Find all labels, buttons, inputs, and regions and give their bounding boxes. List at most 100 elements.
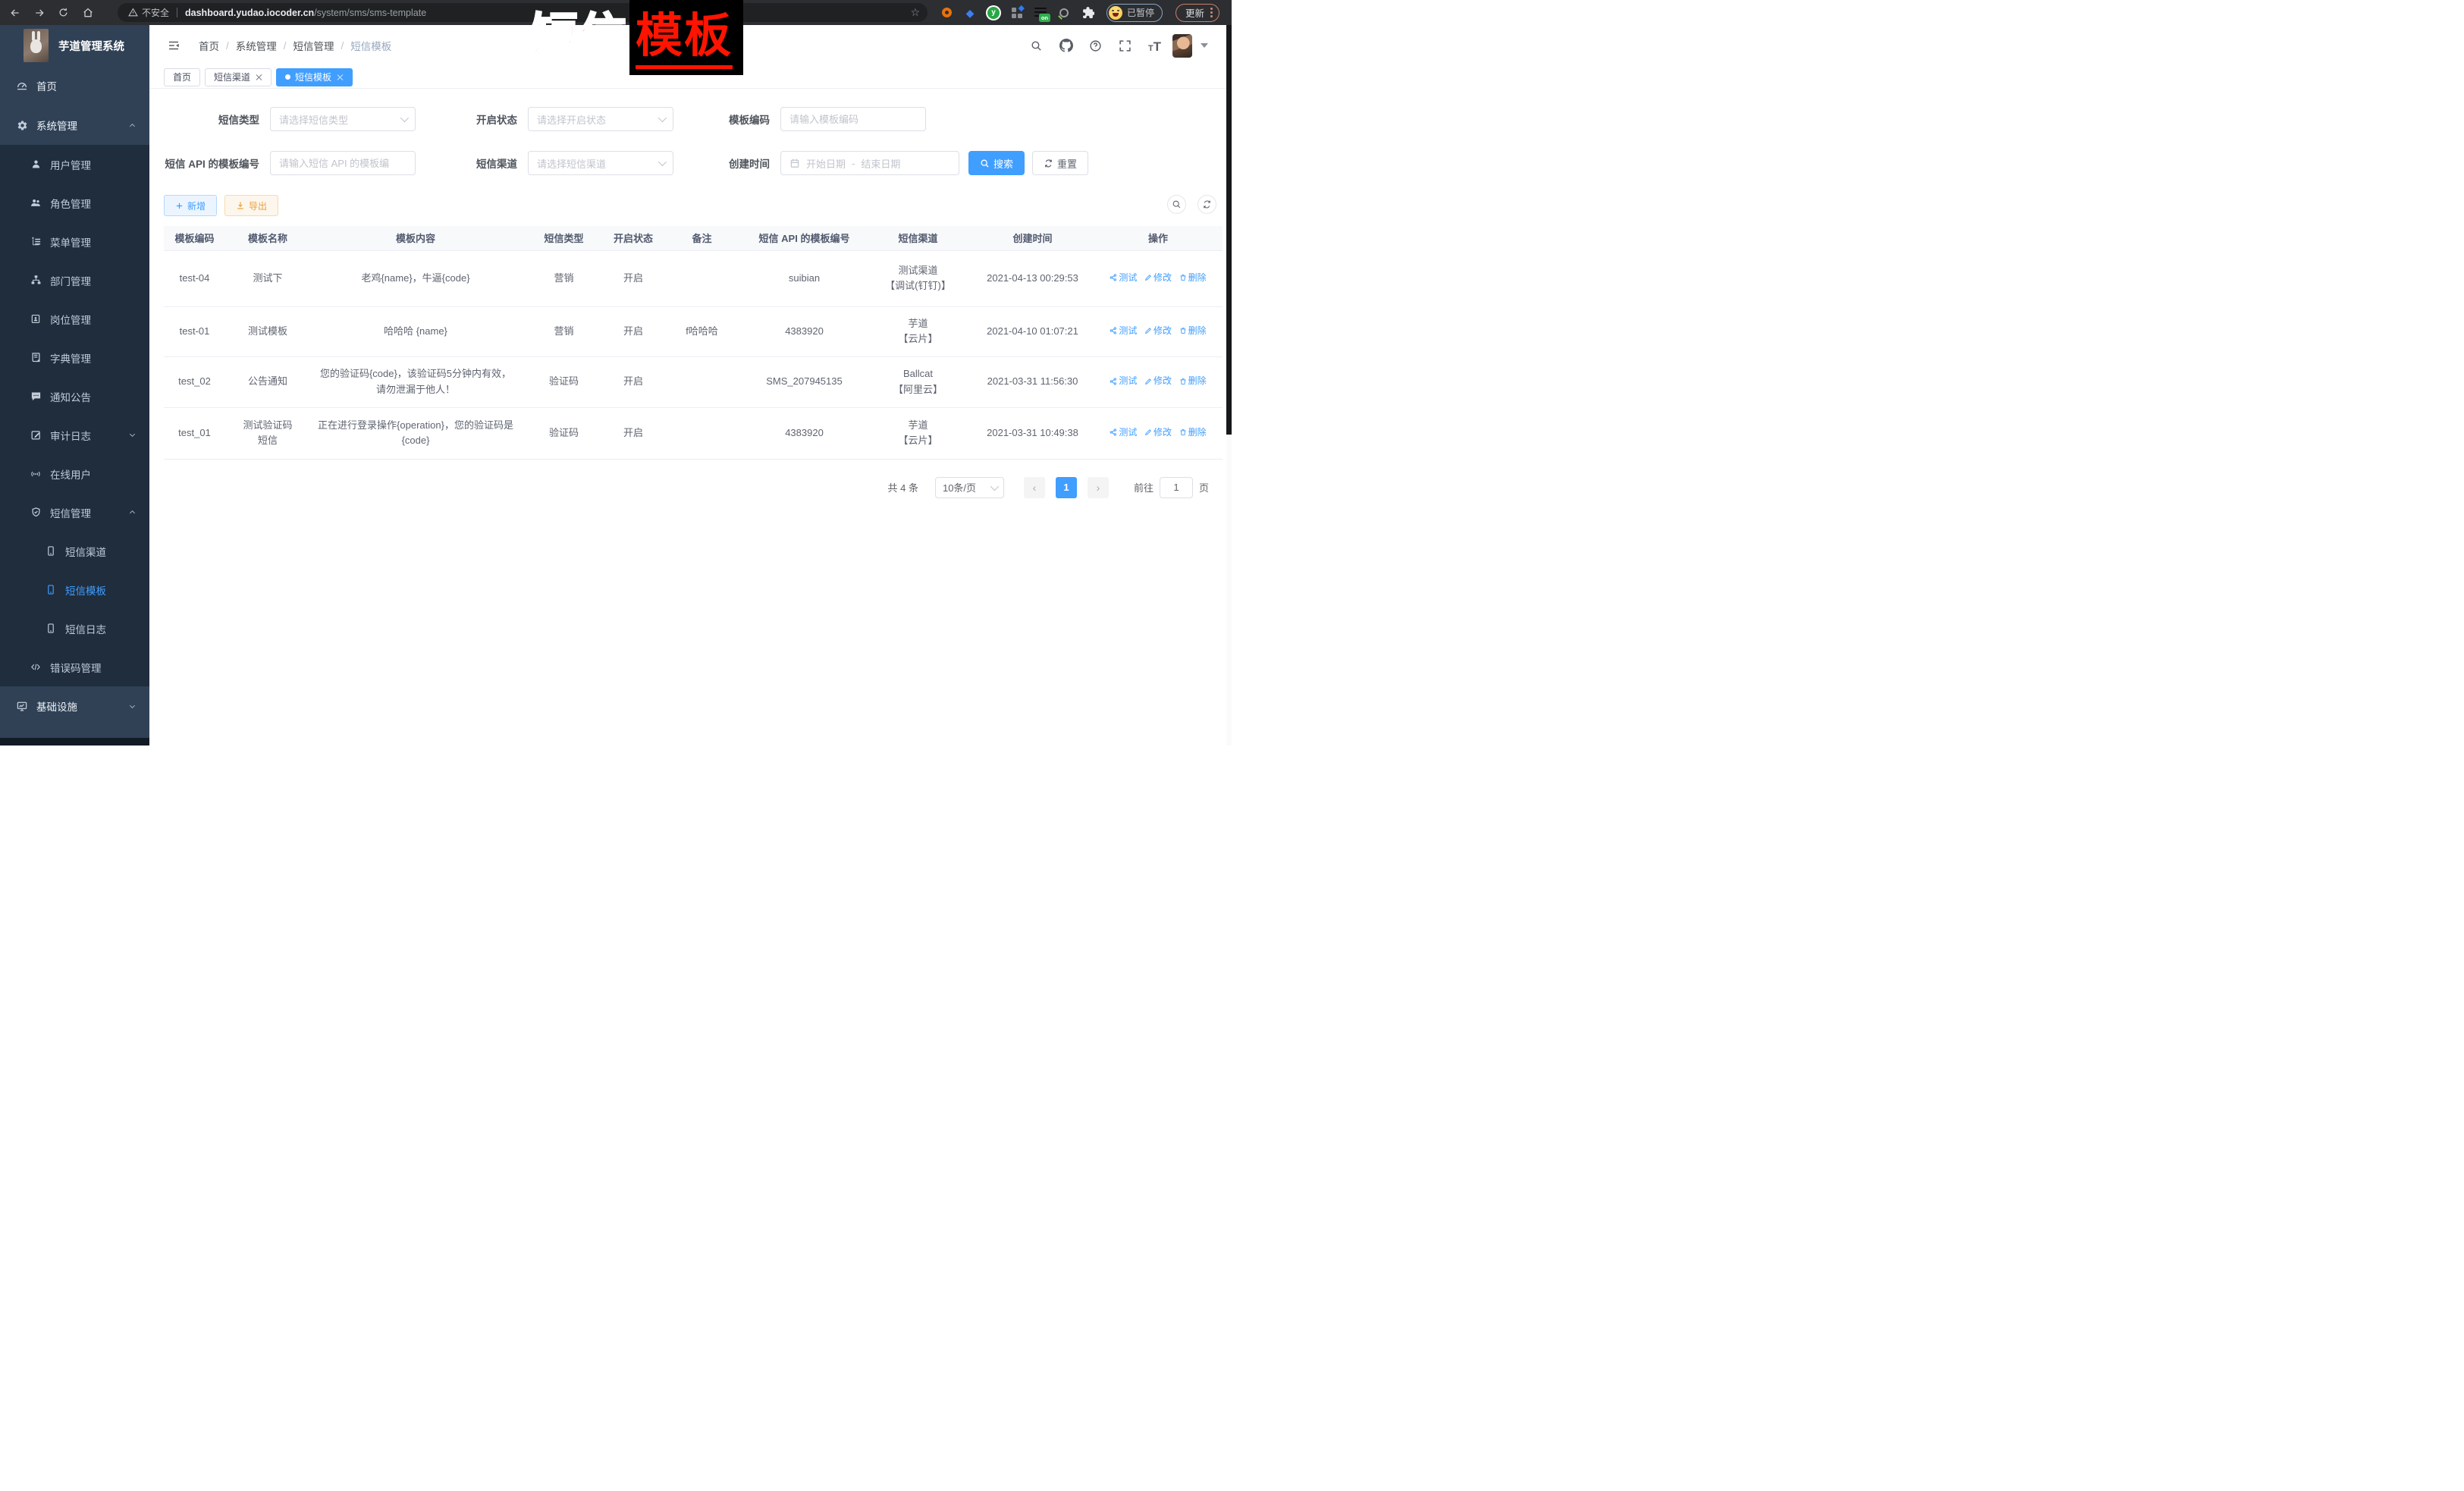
sidebar-item-audit-log[interactable]: 审计日志 bbox=[0, 416, 149, 454]
edit-link[interactable]: 修改 bbox=[1144, 324, 1172, 338]
profile-emoji-icon bbox=[1109, 6, 1122, 20]
sms-type-select[interactable]: 请选择短信类型 bbox=[270, 107, 416, 131]
add-button[interactable]: 新增 bbox=[164, 195, 217, 216]
scrollbar-thumb[interactable] bbox=[1226, 25, 1232, 435]
extension-gem-icon[interactable]: ◆ bbox=[962, 5, 978, 21]
sidebar-item-online-users[interactable]: 在线用户 bbox=[0, 454, 149, 493]
page-size-select[interactable]: 10条/页 bbox=[935, 477, 1004, 498]
font-size-icon[interactable]: TT bbox=[1147, 39, 1162, 53]
browser-profile-chip[interactable]: 已暂停 bbox=[1106, 4, 1163, 22]
close-icon[interactable] bbox=[255, 74, 262, 81]
date-separator: - bbox=[852, 158, 855, 169]
delete-link[interactable]: 删除 bbox=[1179, 271, 1207, 285]
sidebar-item-system[interactable]: 系统管理 bbox=[0, 105, 149, 145]
chevron-down-icon bbox=[128, 431, 137, 439]
github-icon[interactable] bbox=[1059, 39, 1073, 53]
extensions-puzzle-icon[interactable] bbox=[1079, 5, 1096, 21]
cell-code: test_02 bbox=[164, 356, 225, 407]
phone-icon bbox=[45, 545, 57, 557]
col-header: 备注 bbox=[660, 226, 744, 250]
sidebar-item-sms-channel[interactable]: 短信渠道 bbox=[0, 532, 149, 570]
window-bottom-edge bbox=[0, 738, 149, 746]
test-link[interactable]: 测试 bbox=[1110, 324, 1137, 338]
next-page-button[interactable]: › bbox=[1088, 477, 1109, 498]
date-range-picker[interactable]: 开始日期 - 结束日期 bbox=[780, 151, 959, 175]
extension-list-icon[interactable]: on bbox=[1032, 5, 1049, 21]
cell-content: 哈哈哈 {name} bbox=[310, 306, 521, 356]
pencil-icon bbox=[1144, 274, 1152, 281]
address-bar[interactable]: 不安全 dashboard.yudao.iocoder.cn/system/sm… bbox=[118, 3, 928, 22]
sidebar-item-sms-log[interactable]: 短信日志 bbox=[0, 609, 149, 648]
download-icon bbox=[236, 201, 245, 210]
delete-link[interactable]: 删除 bbox=[1179, 425, 1207, 440]
forward-icon[interactable] bbox=[30, 4, 48, 21]
scrollbar-track[interactable] bbox=[1226, 25, 1232, 746]
sidebar-item-menus[interactable]: 菜单管理 bbox=[0, 222, 149, 261]
export-button[interactable]: 导出 bbox=[224, 195, 278, 216]
prev-page-button[interactable]: ‹ bbox=[1024, 477, 1045, 498]
tab-sms-template[interactable]: 短信模板 bbox=[276, 68, 353, 86]
cell-content: 正在进行登录操作{operation}，您的验证码是{code} bbox=[310, 407, 521, 459]
search-button[interactable]: 搜索 bbox=[968, 151, 1025, 175]
bookmark-star-icon[interactable]: ☆ bbox=[910, 5, 920, 19]
sidebar-item-home[interactable]: 首页 bbox=[0, 66, 149, 105]
tab-sms-channel[interactable]: 短信渠道 bbox=[205, 68, 272, 86]
sidebar-item-label: 短信模板 bbox=[65, 582, 106, 598]
delete-link[interactable]: 删除 bbox=[1179, 374, 1207, 388]
cell-remark bbox=[660, 407, 744, 459]
security-warning: 不安全 bbox=[128, 6, 169, 19]
app-logo-row[interactable]: 芋道管理系统 bbox=[0, 25, 149, 66]
extension-y-icon[interactable]: y bbox=[985, 5, 1002, 21]
reset-button[interactable]: 重置 bbox=[1032, 151, 1088, 175]
sidebar-item-sms[interactable]: 短信管理 bbox=[0, 493, 149, 532]
channel-select[interactable]: 请选择短信渠道 bbox=[528, 151, 673, 175]
edit-link[interactable]: 修改 bbox=[1144, 271, 1172, 285]
sidebar-item-dictionary[interactable]: 字典管理 bbox=[0, 338, 149, 377]
edit-link[interactable]: 修改 bbox=[1144, 425, 1172, 440]
reload-icon[interactable] bbox=[55, 4, 72, 21]
refresh-table-icon[interactable] bbox=[1197, 195, 1216, 214]
avatar-caret-icon[interactable] bbox=[1201, 43, 1208, 48]
fullscreen-icon[interactable] bbox=[1118, 39, 1132, 53]
search-icon[interactable] bbox=[1029, 39, 1044, 53]
sidebar-item-sms-template[interactable]: 短信模板 bbox=[0, 570, 149, 609]
home-icon[interactable] bbox=[79, 4, 96, 21]
col-header: 短信渠道 bbox=[865, 226, 971, 250]
breadcrumb-system[interactable]: 系统管理 bbox=[236, 38, 277, 53]
status-select[interactable]: 请选择开启状态 bbox=[528, 107, 673, 131]
extension-search-icon[interactable] bbox=[1056, 5, 1072, 21]
filter-create-time: 创建时间 开始日期 - 结束日期 bbox=[677, 151, 959, 175]
test-link[interactable]: 测试 bbox=[1110, 374, 1137, 388]
extension-ring-icon[interactable] bbox=[938, 5, 955, 21]
toggle-search-icon[interactable] bbox=[1167, 195, 1186, 214]
delete-link[interactable]: 删除 bbox=[1179, 324, 1207, 338]
test-link[interactable]: 测试 bbox=[1110, 271, 1137, 285]
avatar[interactable] bbox=[1172, 34, 1192, 58]
sidebar-item-infrastructure[interactable]: 基础设施 bbox=[0, 686, 149, 726]
template-code-input[interactable] bbox=[780, 107, 926, 131]
sidebar-item-posts[interactable]: 岗位管理 bbox=[0, 300, 149, 338]
sidebar-item-error-codes[interactable]: 错误码管理 bbox=[0, 648, 149, 686]
goto-page-input[interactable] bbox=[1160, 477, 1193, 498]
search-button-label: 搜索 bbox=[993, 156, 1013, 171]
breadcrumb-home[interactable]: 首页 bbox=[199, 38, 219, 53]
sidebar-item-roles[interactable]: 角色管理 bbox=[0, 184, 149, 222]
api-template-id-input[interactable] bbox=[270, 151, 416, 175]
back-icon[interactable] bbox=[6, 4, 24, 21]
page-1-button[interactable]: 1 bbox=[1056, 477, 1077, 498]
breadcrumb-sms[interactable]: 短信管理 bbox=[293, 38, 334, 53]
extension-grid-icon[interactable]: ◆ bbox=[1009, 5, 1025, 21]
sidebar-item-departments[interactable]: 部门管理 bbox=[0, 261, 149, 300]
test-link[interactable]: 测试 bbox=[1110, 425, 1137, 440]
browser-update-button[interactable]: 更新 bbox=[1176, 4, 1219, 22]
sidebar-item-notices[interactable]: 通知公告 bbox=[0, 377, 149, 416]
close-icon[interactable] bbox=[336, 74, 344, 81]
cell-channel: 测试渠道【调试(钉钉)】 bbox=[865, 250, 971, 306]
edit-link[interactable]: 修改 bbox=[1144, 374, 1172, 388]
annotation-outline-text: 短信 bbox=[531, 13, 628, 60]
cell-name: 测试验证码短信 bbox=[225, 407, 310, 459]
help-icon[interactable] bbox=[1088, 39, 1103, 53]
sidebar-item-users[interactable]: 用户管理 bbox=[0, 145, 149, 184]
sidebar-fold-icon[interactable] bbox=[166, 38, 181, 53]
tab-home[interactable]: 首页 bbox=[164, 68, 200, 86]
